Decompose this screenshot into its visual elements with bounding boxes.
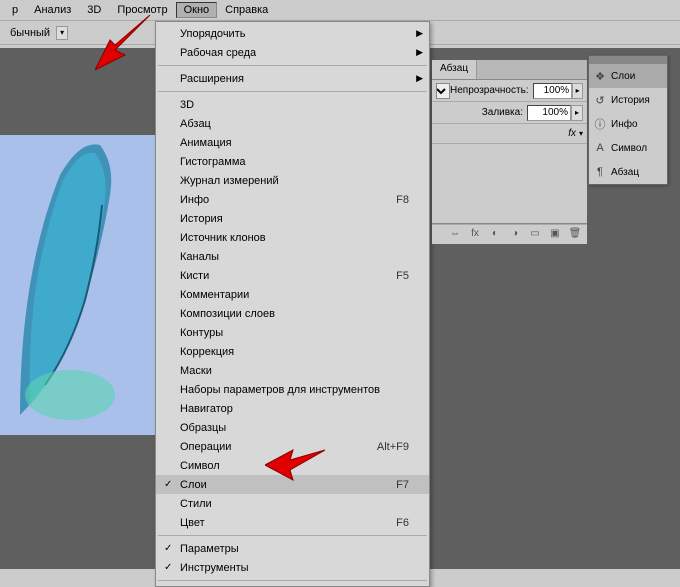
check-icon: ✓ [164, 562, 172, 573]
check-icon: ✓ [164, 543, 172, 554]
dock-layers[interactable]: ❖ Слои [589, 64, 667, 88]
menu-separator [158, 535, 427, 536]
menu-separator [158, 65, 427, 66]
opacity-arrow-icon[interactable]: ▸ [572, 83, 583, 99]
menu-tools[interactable]: ✓Инструменты [156, 558, 429, 577]
menu-color[interactable]: ЦветF6 [156, 513, 429, 532]
menu-measurement-log[interactable]: Журнал измерений [156, 171, 429, 190]
menu-layers[interactable]: ✓СлоиF7 [156, 475, 429, 494]
menu-separator [158, 580, 427, 581]
opacity-row: Непрозрачность: 100% ▸ [432, 80, 587, 102]
canvas[interactable] [0, 135, 155, 435]
info-icon: ⓘ [593, 117, 607, 131]
menu-swatches[interactable]: Образцы [156, 418, 429, 437]
panel-tabs: Абзац [432, 60, 587, 80]
menu-adjustments[interactable]: Коррекция [156, 342, 429, 361]
trash-icon[interactable]: 🗑 [567, 228, 583, 242]
menu-histogram[interactable]: Гистограмма [156, 152, 429, 171]
menu-extensions[interactable]: Расширения▶ [156, 69, 429, 88]
dock-history[interactable]: ↺ История [589, 88, 667, 112]
menu-animation[interactable]: Анимация [156, 133, 429, 152]
dock-label: История [611, 95, 650, 106]
menu-tool-presets[interactable]: Наборы параметров для инструментов [156, 380, 429, 399]
menu-channels[interactable]: Каналы [156, 247, 429, 266]
menu-actions[interactable]: ОперацииAlt+F9 [156, 437, 429, 456]
fx-badge[interactable]: fx [568, 128, 576, 139]
menu-item-view[interactable]: Просмотр [109, 2, 175, 18]
folder-icon[interactable]: ▭ [527, 228, 543, 242]
layers-icon: ❖ [593, 69, 607, 83]
submenu-arrow-icon: ▶ [416, 28, 423, 39]
layers-panel: Абзац Непрозрачность: 100% ▸ Заливка: 10… [432, 60, 587, 244]
fx-icon[interactable]: fx [467, 228, 483, 242]
menu-brushes[interactable]: КистиF5 [156, 266, 429, 285]
menu-workspace[interactable]: Рабочая среда▶ [156, 43, 429, 62]
menu-arrange[interactable]: Упорядочить▶ [156, 24, 429, 43]
menu-item-analysis[interactable]: Анализ [26, 2, 79, 18]
opacity-value[interactable]: 100% [533, 83, 573, 99]
dock-character[interactable]: A Символ [589, 136, 667, 160]
menubar: р Анализ 3D Просмотр Окно Справка [0, 0, 680, 21]
feather-image [0, 135, 155, 435]
options-label: бычный [4, 27, 56, 39]
history-icon: ↺ [593, 93, 607, 107]
window-menu-dropdown: Упорядочить▶ Рабочая среда▶ Расширения▶ … [155, 21, 430, 587]
menu-separator [158, 91, 427, 92]
panel-footer: ⇔ fx ◐ ◑ ▭ ▣ 🗑 [432, 224, 587, 244]
dock-paragraph[interactable]: ¶ Абзац [589, 160, 667, 184]
blend-mode-select[interactable] [436, 83, 450, 99]
dropdown-arrow-icon[interactable]: ▾ [56, 26, 68, 40]
mask-icon[interactable]: ◐ [487, 228, 503, 242]
menu-styles[interactable]: Стили [156, 494, 429, 513]
layer-list[interactable]: fx ▾ [432, 124, 587, 224]
opacity-label: Непрозрачность: [450, 85, 533, 96]
paragraph-icon: ¶ [593, 165, 607, 179]
menu-paths[interactable]: Контуры [156, 323, 429, 342]
dock-info[interactable]: ⓘ Инфо [589, 112, 667, 136]
menu-masks[interactable]: Маски [156, 361, 429, 380]
menu-options[interactable]: ✓Параметры [156, 539, 429, 558]
dock-label: Абзац [611, 167, 639, 178]
fill-row: Заливка: 100% ▸ [432, 102, 587, 124]
new-layer-icon[interactable]: ▣ [547, 228, 563, 242]
dock-label: Слои [611, 71, 635, 82]
panel-grip[interactable] [589, 56, 667, 64]
collapsed-panel-dock[interactable]: ❖ Слои ↺ История ⓘ Инфо A Символ ¶ Абзац [588, 55, 668, 185]
menu-item[interactable]: р [4, 2, 26, 18]
menu-info[interactable]: ИнфоF8 [156, 190, 429, 209]
menu-item-help[interactable]: Справка [217, 2, 276, 18]
fill-label: Заливка: [436, 107, 527, 118]
menu-history[interactable]: История [156, 209, 429, 228]
menu-clone-source[interactable]: Источник клонов [156, 228, 429, 247]
dock-label: Инфо [611, 119, 638, 130]
fill-arrow-icon[interactable]: ▸ [571, 105, 583, 121]
menu-layer-comps[interactable]: Композиции слоев [156, 304, 429, 323]
menu-paragraph[interactable]: Абзац [156, 114, 429, 133]
menu-comments[interactable]: Комментарии [156, 285, 429, 304]
adjust-icon[interactable]: ◑ [507, 228, 523, 242]
fx-arrow-icon[interactable]: ▾ [579, 129, 583, 138]
character-icon: A [593, 141, 607, 155]
dock-label: Символ [611, 143, 647, 154]
submenu-arrow-icon: ▶ [416, 73, 423, 84]
menu-character[interactable]: Символ [156, 456, 429, 475]
menu-item-window[interactable]: Окно [176, 2, 218, 18]
menu-3d[interactable]: 3D [156, 95, 429, 114]
link-icon[interactable]: ⇔ [447, 228, 463, 242]
submenu-arrow-icon: ▶ [416, 47, 423, 58]
menu-navigator[interactable]: Навигатор [156, 399, 429, 418]
fill-value[interactable]: 100% [527, 105, 571, 121]
check-icon: ✓ [164, 479, 172, 490]
tab-paragraph[interactable]: Абзац [432, 60, 477, 79]
menu-item-3d[interactable]: 3D [79, 2, 109, 18]
